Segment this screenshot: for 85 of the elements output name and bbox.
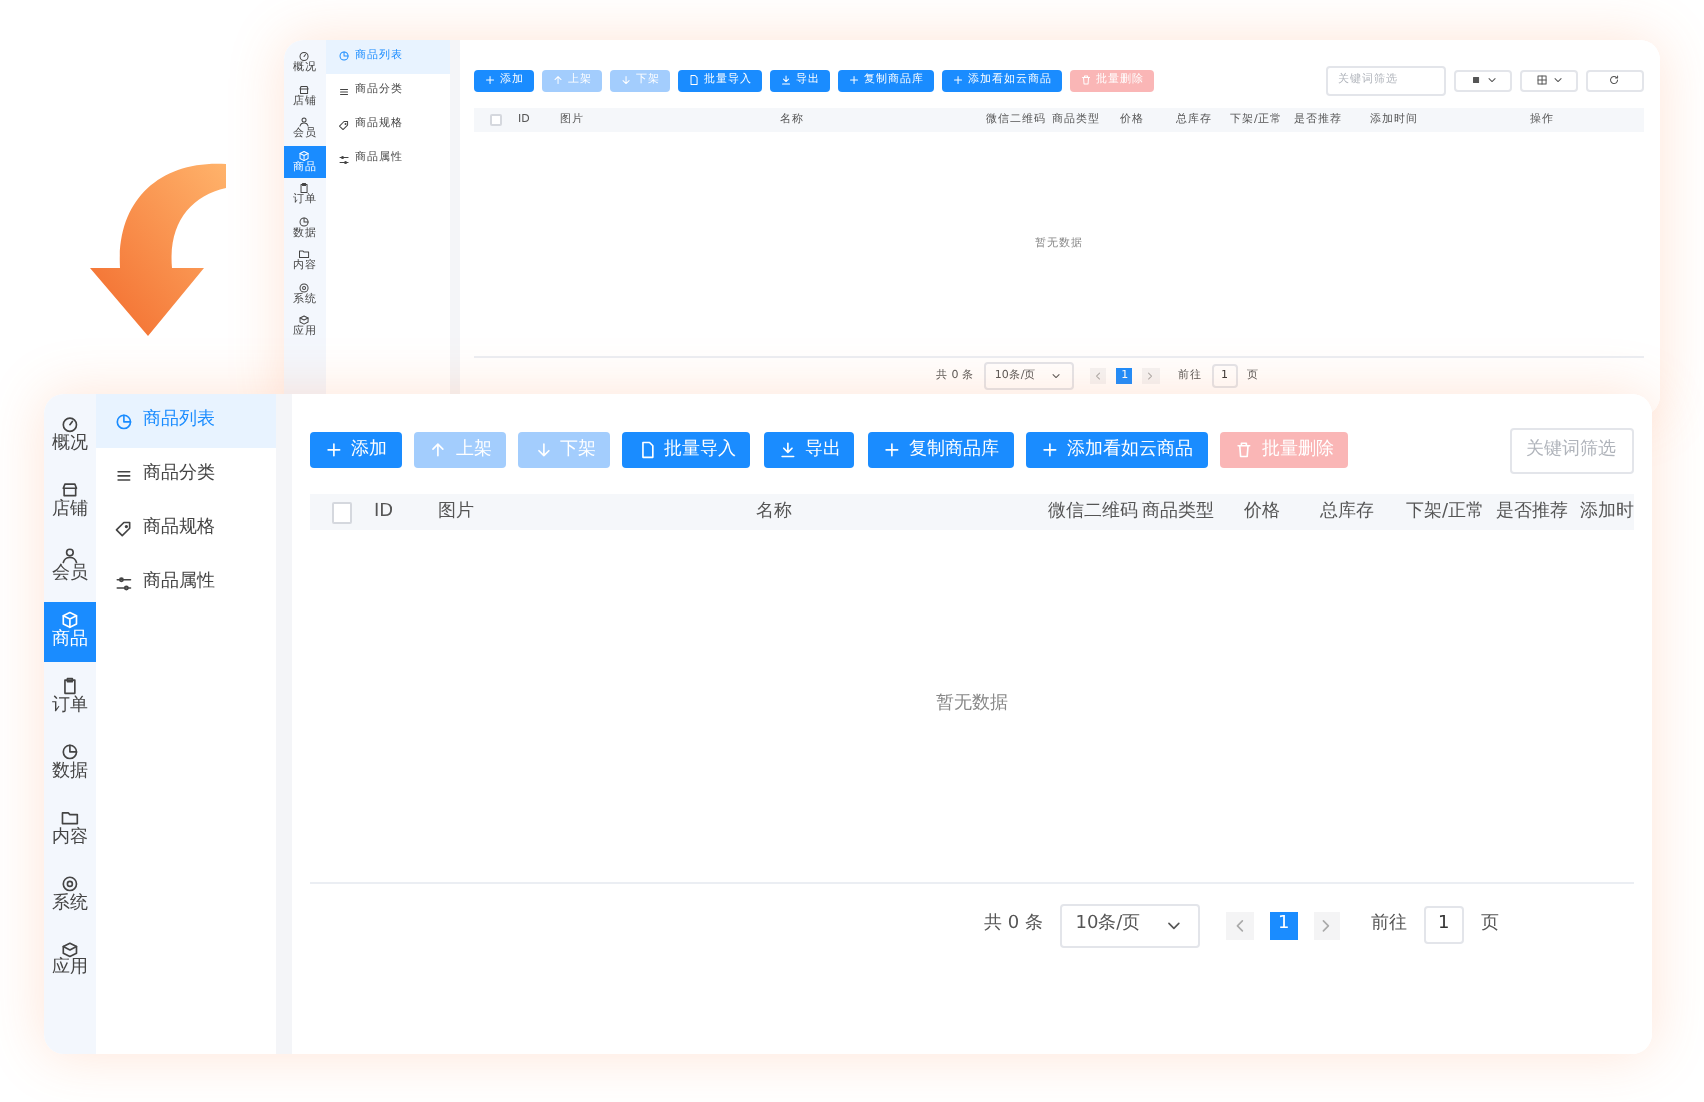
download-icon xyxy=(779,74,792,87)
refresh-button[interactable] xyxy=(1586,69,1644,93)
box-icon xyxy=(60,939,80,959)
next-page-button[interactable] xyxy=(1142,367,1160,384)
file-icon xyxy=(637,440,658,461)
nav-item[interactable]: 应用 xyxy=(44,930,96,990)
chevron-right-icon xyxy=(1144,369,1158,382)
plus-icon xyxy=(324,440,345,461)
cube-icon xyxy=(60,610,80,631)
pie-chart-icon xyxy=(60,742,80,762)
sliders-icon xyxy=(114,573,134,593)
folder-icon xyxy=(298,248,312,261)
nav-item[interactable]: 店铺 xyxy=(44,470,96,530)
page-unit-label: 页 xyxy=(1480,912,1499,939)
gauge-icon xyxy=(298,50,312,63)
select-all-checkbox[interactable] xyxy=(489,113,503,127)
plus-icon xyxy=(881,440,902,461)
column-header: 价格 xyxy=(1244,499,1280,525)
settings-icon xyxy=(60,873,80,894)
nav-item[interactable]: 会员 xyxy=(44,536,96,596)
pie-chart-icon xyxy=(298,215,312,228)
next-page-button[interactable] xyxy=(1313,912,1341,940)
gauge-icon xyxy=(60,413,80,434)
column-header: 添加时 xyxy=(1580,499,1634,525)
previous-page-button[interactable] xyxy=(1090,367,1107,384)
tag-icon xyxy=(114,519,134,539)
search-field[interactable]: 关键词筛选 xyxy=(1510,428,1634,474)
settings-icon xyxy=(298,281,312,294)
refresh-icon xyxy=(1608,74,1622,87)
download-icon xyxy=(777,440,798,461)
chevron-down-icon xyxy=(1485,74,1498,87)
store-icon xyxy=(60,479,80,500)
empty-message: 暂无数据 xyxy=(936,692,1008,719)
tag-icon xyxy=(337,119,350,132)
nav-item[interactable]: 概况 xyxy=(44,404,96,465)
density-button[interactable] xyxy=(1454,69,1513,93)
pie-chart-icon xyxy=(114,411,134,431)
submenu-item[interactable]: 商品属性 xyxy=(96,556,276,610)
plus-icon xyxy=(847,74,860,87)
page-input[interactable]: 1 xyxy=(1423,906,1465,945)
nav-item[interactable]: 内容 xyxy=(44,798,96,859)
column-header: 商品类型 xyxy=(1142,499,1214,525)
previous-page-button[interactable] xyxy=(1226,912,1254,940)
chevron-down-icon xyxy=(1050,369,1063,382)
box-icon xyxy=(298,314,312,327)
goto-label: 前往 xyxy=(1370,912,1407,939)
submenu-item[interactable]: 商品规格 xyxy=(96,502,276,556)
down-arrow-icon xyxy=(533,440,553,461)
select-all-checkbox[interactable] xyxy=(331,501,353,524)
column-header: 总库存 xyxy=(1320,499,1374,525)
total-count: 共 0 条 xyxy=(984,912,1043,939)
page-size-select[interactable]: 10条/页 xyxy=(1059,904,1200,948)
up-arrow-icon xyxy=(551,74,564,87)
user-icon xyxy=(60,545,80,565)
plus-icon xyxy=(951,74,964,87)
down-arrow-icon xyxy=(619,74,632,87)
user-icon xyxy=(298,116,312,129)
sliders-icon xyxy=(337,153,350,166)
column-header: ID xyxy=(374,499,394,525)
column-header: 名称 xyxy=(756,499,792,525)
nav-item[interactable]: 订单 xyxy=(44,667,96,727)
cube-icon xyxy=(298,149,312,162)
trash-icon xyxy=(1234,440,1255,461)
clipboard-icon xyxy=(298,182,312,195)
grid-icon xyxy=(1535,74,1548,87)
column-header: 图片 xyxy=(438,499,474,525)
plus-icon xyxy=(1040,440,1061,461)
submenu-item[interactable]: 商品分类 xyxy=(96,448,276,502)
trash-icon xyxy=(1079,74,1092,87)
folder-icon xyxy=(60,807,80,828)
column-header: 下架/正常 xyxy=(1406,499,1485,525)
list-icon xyxy=(114,465,134,485)
chevron-down-icon xyxy=(1551,74,1564,87)
clipboard-icon xyxy=(60,676,80,697)
store-icon xyxy=(298,83,312,96)
nav-item[interactable]: 系统 xyxy=(44,864,96,924)
list-icon xyxy=(337,85,350,98)
file-icon xyxy=(687,74,700,87)
column-header: 是否推荐 xyxy=(1496,499,1568,525)
chevron-left-icon xyxy=(1092,369,1105,382)
pie-chart-icon xyxy=(337,50,350,64)
nav-item[interactable]: 数据 xyxy=(44,733,96,793)
up-arrow-icon xyxy=(428,440,449,461)
column-header: 微信二维码 xyxy=(1048,499,1138,525)
plus-icon xyxy=(483,74,496,87)
